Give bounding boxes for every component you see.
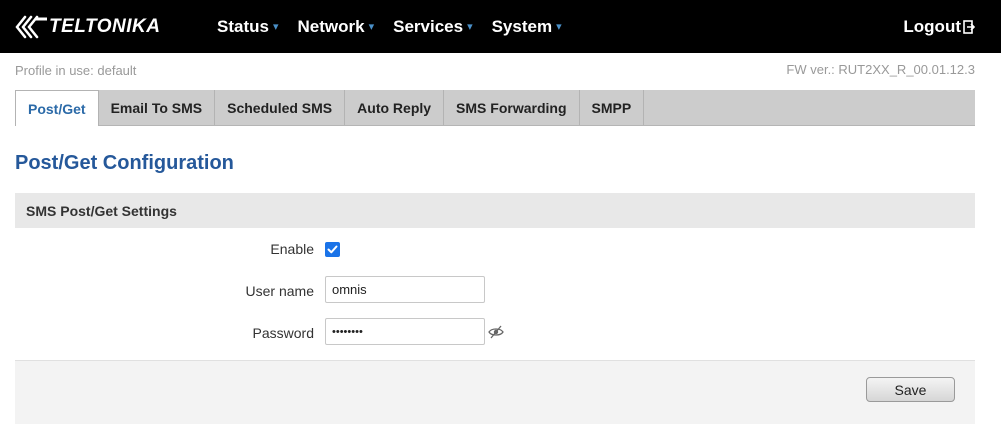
page-title: Post/Get Configuration bbox=[15, 152, 234, 174]
enable-checkbox[interactable] bbox=[325, 242, 340, 257]
username-input[interactable]: omnis bbox=[325, 276, 485, 303]
teltonika-logo[interactable]: TELTONIKA bbox=[15, 13, 160, 41]
tab-smpp[interactable]: SMPP bbox=[580, 90, 645, 125]
nav-services[interactable]: Services ▾ bbox=[393, 17, 472, 37]
form-actions-bar bbox=[15, 360, 975, 424]
caret-down-icon: ▾ bbox=[556, 21, 562, 33]
nav-network-label: Network bbox=[297, 16, 365, 36]
nav-status-label: Status bbox=[217, 16, 269, 36]
nav-services-label: Services bbox=[393, 16, 464, 36]
top-navbar: TELTONIKA Status ▾ Network ▾ Services ▾ … bbox=[0, 0, 1001, 53]
tab-scheduled-sms[interactable]: Scheduled SMS bbox=[215, 90, 346, 125]
section-header: SMS Post/Get Settings bbox=[15, 193, 975, 228]
show-password-icon[interactable] bbox=[488, 324, 504, 340]
logout-label: Logout bbox=[903, 16, 961, 36]
main-nav: Status ▾ Network ▾ Services ▾ System ▾ bbox=[217, 0, 581, 53]
password-input[interactable]: •••••••• bbox=[325, 318, 485, 345]
nav-status[interactable]: Status ▾ bbox=[217, 17, 279, 37]
caret-down-icon: ▾ bbox=[467, 21, 473, 33]
username-label: User name bbox=[245, 283, 314, 299]
nav-system-label: System bbox=[491, 16, 553, 36]
logout-icon bbox=[963, 19, 975, 34]
save-button[interactable]: Save bbox=[866, 377, 955, 402]
logout-button[interactable]: Logout bbox=[903, 0, 975, 53]
tab-sms-forwarding[interactable]: SMS Forwarding bbox=[444, 90, 580, 125]
profile-in-use: Profile in use: default bbox=[15, 63, 137, 78]
caret-down-icon: ▾ bbox=[368, 21, 375, 33]
password-label: Password bbox=[252, 325, 314, 341]
firmware-version: FW ver.: RUT2XX_R_00.01.12.3 bbox=[786, 62, 975, 77]
tab-post-get[interactable]: Post/Get bbox=[15, 90, 99, 126]
nav-network[interactable]: Network ▾ bbox=[298, 17, 375, 37]
nav-system[interactable]: System ▾ bbox=[492, 17, 562, 37]
caret-down-icon: ▾ bbox=[272, 21, 279, 33]
teltonika-logo-mark bbox=[15, 15, 47, 39]
checkmark-icon bbox=[327, 245, 338, 254]
brand-name: TELTONIKA bbox=[49, 16, 161, 37]
tab-email-to-sms[interactable]: Email To SMS bbox=[99, 90, 216, 125]
sms-tabs: Post/Get Email To SMS Scheduled SMS Auto… bbox=[15, 90, 975, 126]
enable-label: Enable bbox=[270, 241, 314, 257]
tab-auto-reply[interactable]: Auto Reply bbox=[345, 90, 445, 125]
section-title: SMS Post/Get Settings bbox=[26, 202, 177, 219]
